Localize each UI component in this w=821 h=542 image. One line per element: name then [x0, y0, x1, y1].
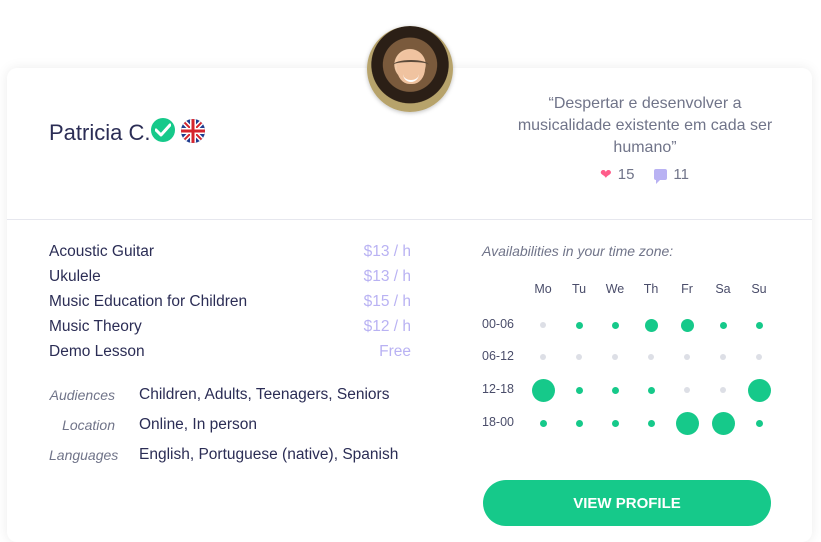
subject-name: Music Theory [49, 318, 142, 335]
day-label: Mo [534, 282, 552, 296]
availability-dot [611, 419, 619, 427]
location-label: Location [62, 417, 115, 433]
languages-row: Languages English, Portuguese (native), … [49, 444, 398, 474]
availability-dot [540, 322, 546, 328]
subject-price: $13 / h [363, 243, 411, 260]
availability-title: Availabilities in your time zone: [482, 243, 674, 259]
tutor-meta: Audiences Children, Adults, Teenagers, S… [49, 384, 398, 474]
tutor-quote: “Despertar e desenvolver a musicalidade … [517, 95, 773, 156]
subject-row: Demo Lesson Free [49, 342, 411, 367]
availability-dot [575, 386, 583, 394]
tutor-stats: ❤ 15 11 [600, 166, 689, 184]
audiences-label: Audiences [49, 387, 115, 403]
availability-dot [755, 419, 763, 427]
subjects-list: Acoustic Guitar $13 / h Ukulele $13 / h … [49, 242, 411, 367]
subject-row: Music Education for Children $15 / h [49, 292, 411, 317]
subject-price: $15 / h [363, 293, 411, 310]
location-value: Online, In person [139, 416, 258, 433]
availability-dot [747, 378, 771, 402]
time-slot-label: 12-18 [482, 382, 514, 396]
audiences-value: Children, Adults, Teenagers, Seniors [139, 386, 390, 403]
availability-dot [540, 354, 546, 360]
availability-dot [611, 386, 619, 394]
subject-price: $12 / h [363, 318, 411, 335]
location-row: Location Online, In person [49, 414, 398, 444]
availability-dot [720, 387, 726, 393]
subject-name: Ukulele [49, 268, 101, 285]
day-label: Tu [571, 282, 587, 296]
availability-dot [539, 419, 547, 427]
availability-dot [644, 318, 658, 332]
availability-dot [611, 321, 619, 329]
view-profile-button[interactable]: VIEW PROFILE [483, 480, 771, 526]
availability-dot [756, 354, 762, 360]
availability-dot [680, 318, 694, 332]
availability-dot [648, 354, 654, 360]
day-label: Fr [681, 282, 693, 296]
subject-row: Ukulele $13 / h [49, 267, 411, 292]
subject-name: Demo Lesson [49, 343, 145, 360]
subject-row: Acoustic Guitar $13 / h [49, 242, 411, 267]
day-label: Su [751, 282, 767, 296]
comment-icon [654, 169, 668, 184]
subject-price: $13 / h [363, 268, 411, 285]
avatar-glasses [393, 60, 429, 70]
availability-dot [719, 321, 727, 329]
languages-value: English, Portuguese (native), Spanish [139, 446, 399, 463]
tutor-name: Patricia C. [49, 120, 151, 145]
availability-dot [576, 354, 582, 360]
day-label: Sa [715, 282, 731, 296]
availability-dot [720, 354, 726, 360]
availability-dot [647, 419, 655, 427]
time-slot-label: 00-06 [482, 317, 514, 331]
likes-count: 15 [617, 166, 635, 183]
day-label: Th [643, 282, 659, 296]
uk-flag-icon [181, 119, 205, 143]
time-slot-label: 18-00 [482, 415, 514, 429]
subject-row: Music Theory $12 / h [49, 317, 411, 342]
subject-name: Acoustic Guitar [49, 243, 155, 260]
avatar[interactable] [367, 26, 453, 112]
availability-dot [675, 411, 699, 435]
availability-dot [647, 386, 655, 394]
availability-dot [755, 321, 763, 329]
availability-dot [612, 354, 618, 360]
availability-dot [711, 411, 735, 435]
availability-dot [684, 354, 690, 360]
time-slot-label: 06-12 [482, 349, 514, 363]
heart-icon: ❤ [600, 166, 612, 182]
audiences-row: Audiences Children, Adults, Teenagers, S… [49, 384, 398, 414]
availability-dot [575, 321, 583, 329]
availability-dot [575, 419, 583, 427]
comments-count: 11 [673, 166, 689, 183]
availability-dot [684, 387, 690, 393]
card-divider [7, 219, 812, 220]
subject-price: Free [379, 343, 411, 360]
day-label: We [605, 282, 625, 296]
availability-dot [531, 378, 555, 402]
check-circle-icon [151, 118, 175, 142]
subject-name: Music Education for Children [49, 293, 248, 310]
languages-label: Languages [49, 447, 119, 463]
